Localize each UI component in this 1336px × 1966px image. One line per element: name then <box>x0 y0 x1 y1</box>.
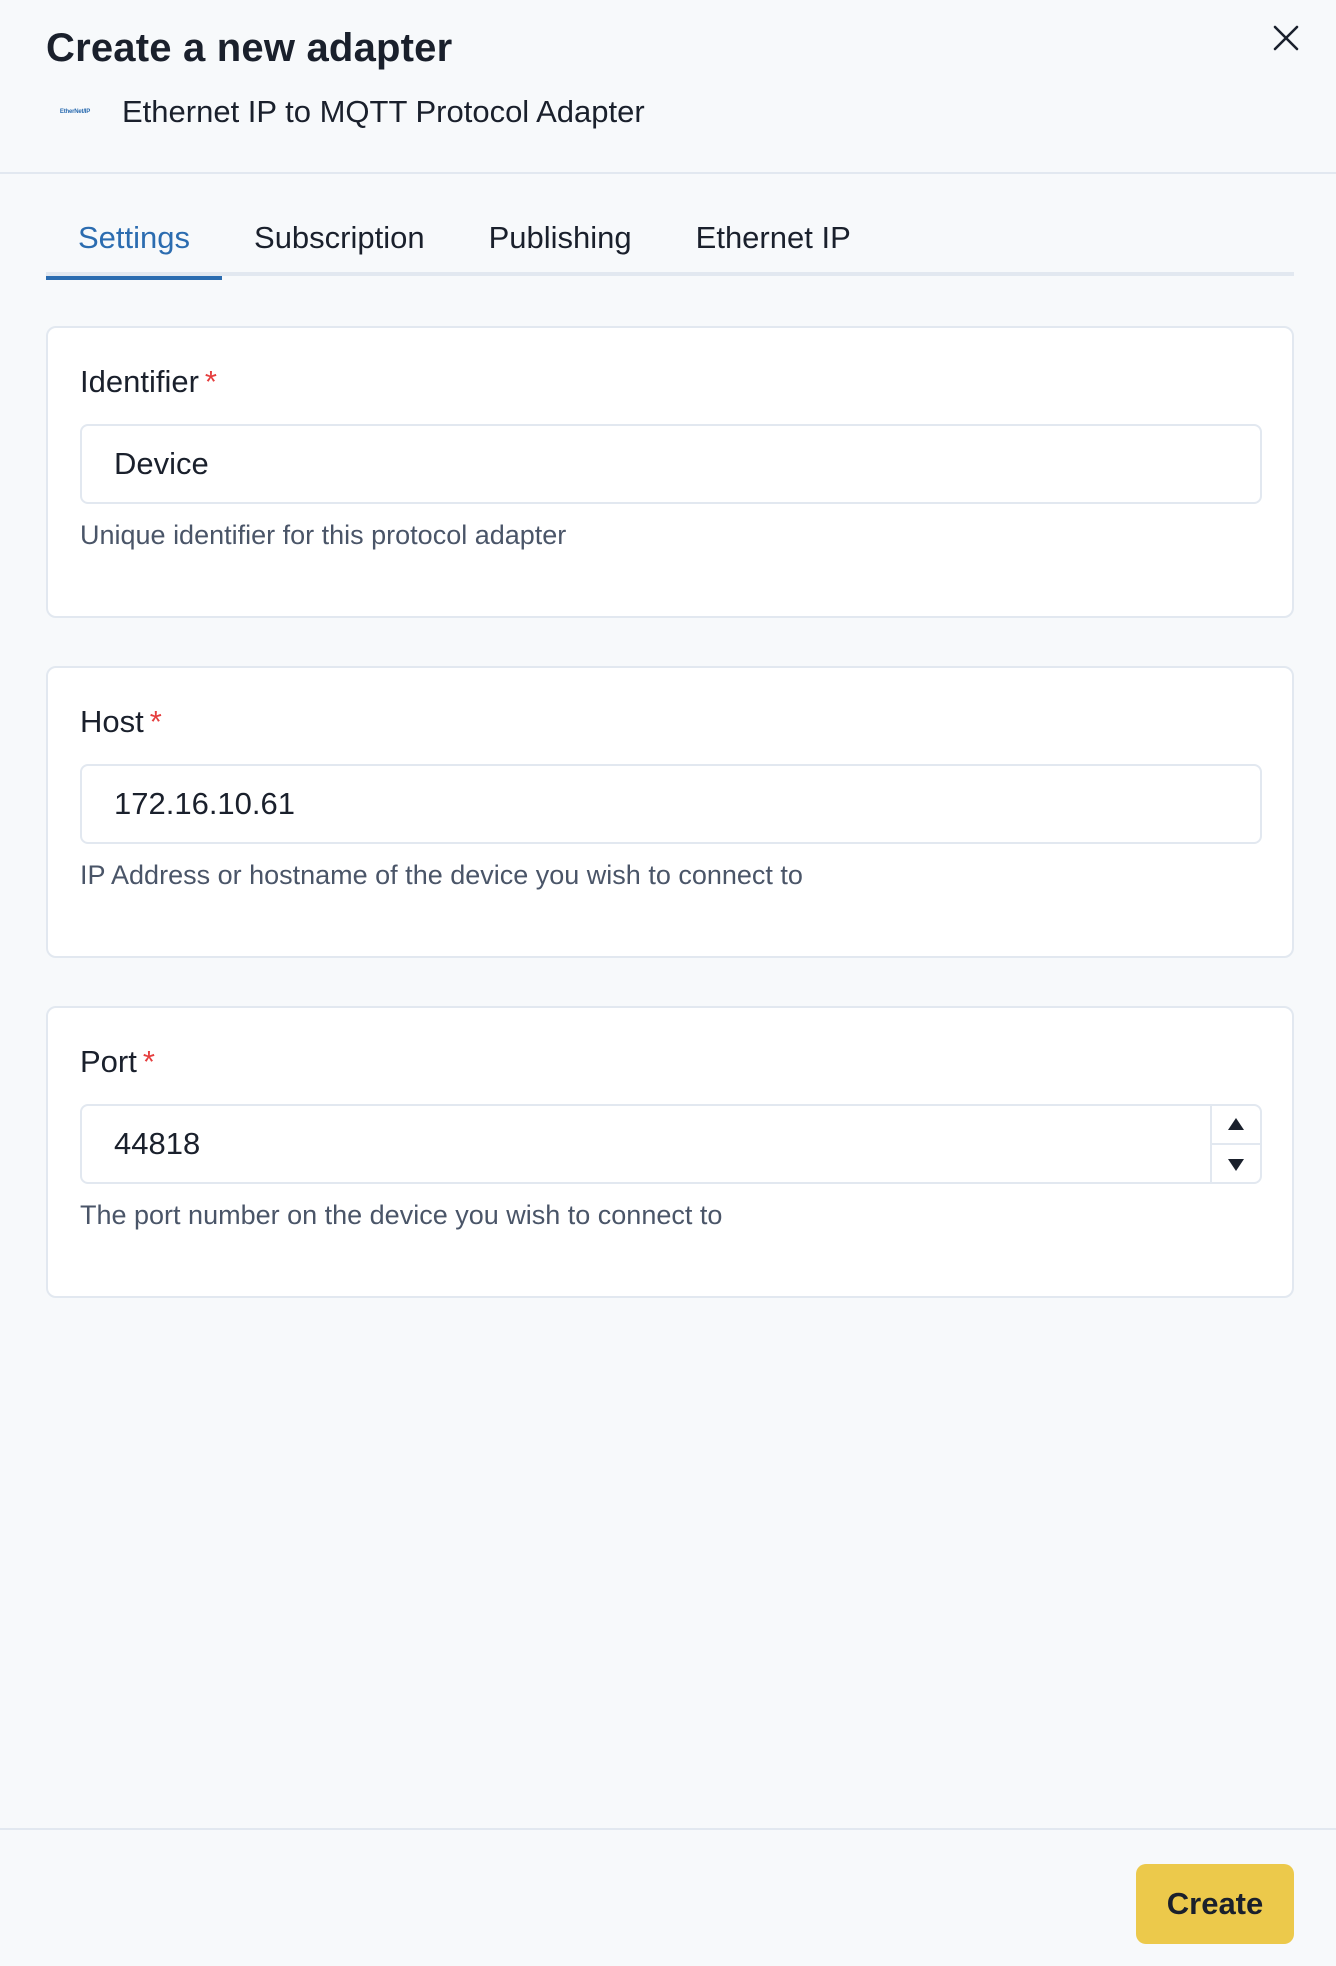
port-card: Port* The port number on the device you … <box>46 1006 1294 1298</box>
triangle-down-icon <box>1228 1158 1244 1171</box>
create-button[interactable]: Create <box>1136 1864 1294 1944</box>
drawer-header: Create a new adapter EtherNet/IP Etherne… <box>0 0 1336 174</box>
tab-publishing[interactable]: Publishing <box>457 200 664 276</box>
create-adapter-drawer: Create a new adapter EtherNet/IP Etherne… <box>0 0 1336 1966</box>
drawer-footer: Create <box>0 1828 1336 1966</box>
port-decrement-button[interactable] <box>1212 1143 1260 1184</box>
drawer-title: Create a new adapter <box>46 26 453 70</box>
port-increment-button[interactable] <box>1212 1104 1260 1143</box>
ethernet-ip-logo: EtherNet/IP <box>46 92 104 132</box>
triangle-up-icon <box>1228 1117 1244 1130</box>
identifier-label: Identifier * <box>80 364 217 400</box>
adapter-type-row: EtherNet/IP Ethernet IP to MQTT Protocol… <box>46 92 645 132</box>
port-stepper <box>1210 1104 1260 1184</box>
tab-settings[interactable]: Settings <box>46 200 223 280</box>
adapter-tabs: Settings Subscription Publishing Etherne… <box>46 200 1294 280</box>
required-indicator: * <box>142 1044 155 1079</box>
identifier-label-text: Identifier <box>80 364 199 399</box>
close-button[interactable] <box>1266 18 1306 58</box>
host-label-text: Host <box>80 704 144 739</box>
port-label-text: Port <box>80 1044 137 1079</box>
host-card: Host* IP Address or hostname of the devi… <box>46 666 1294 958</box>
required-indicator: * <box>149 704 162 739</box>
close-icon <box>1273 25 1299 51</box>
port-input[interactable] <box>80 1104 1262 1184</box>
adapter-type-name: Ethernet IP to MQTT Protocol Adapter <box>122 94 645 129</box>
host-label: Host * <box>80 704 162 740</box>
required-indicator: * <box>204 364 217 399</box>
tab-subscription[interactable]: Subscription <box>222 200 457 276</box>
identifier-help-text: Unique identifier for this protocol adap… <box>80 520 567 550</box>
port-help-text: The port number on the device you wish t… <box>80 1200 723 1230</box>
host-input[interactable] <box>80 764 1262 844</box>
host-help-text: IP Address or hostname of the device you… <box>80 860 803 890</box>
identifier-card: Identifier* Unique identifier for this p… <box>46 326 1294 618</box>
logo-text: EtherNet/IP <box>59 109 91 115</box>
identifier-input[interactable] <box>80 424 1262 504</box>
port-label: Port * <box>80 1044 155 1080</box>
tab-ethernet-ip[interactable]: Ethernet IP <box>664 200 883 276</box>
